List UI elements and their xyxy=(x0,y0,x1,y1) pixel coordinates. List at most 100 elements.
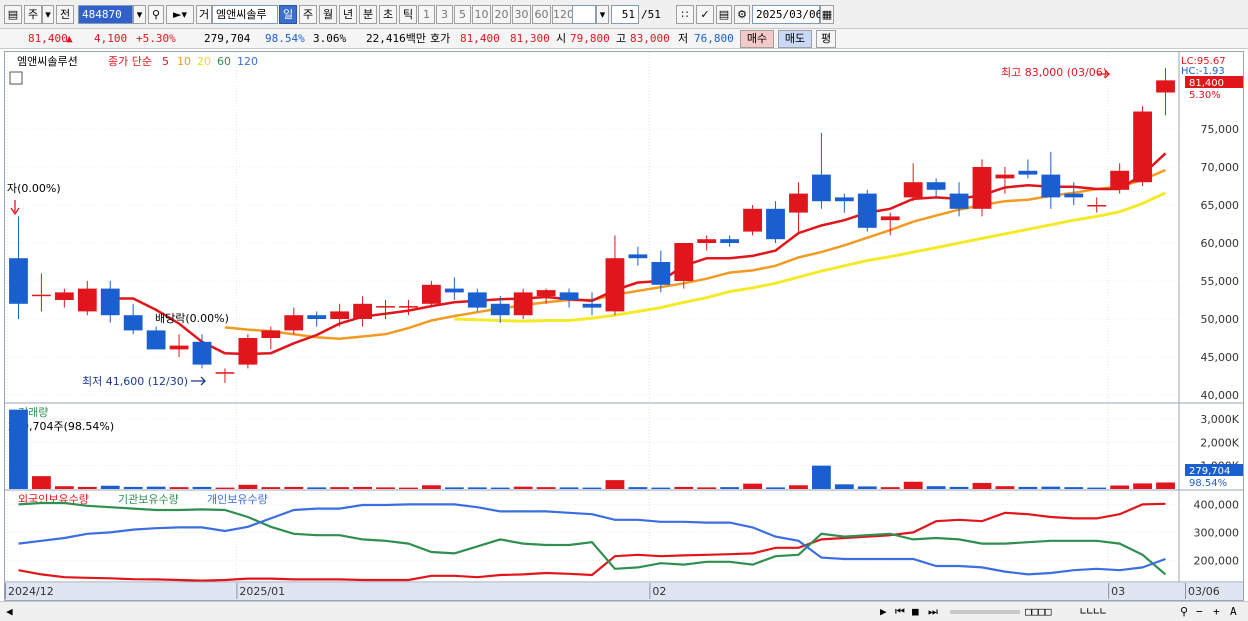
range-field[interactable] xyxy=(572,5,596,24)
candle-body xyxy=(490,303,510,316)
candle xyxy=(972,159,992,217)
open-label: 시 xyxy=(556,32,567,45)
candle-body xyxy=(903,182,923,198)
candle xyxy=(743,205,762,236)
interval-button-30[interactable]: 30 xyxy=(512,5,531,24)
volume-bar xyxy=(1064,487,1084,489)
candle-body xyxy=(123,315,143,331)
hc-label: HC:-1.93 xyxy=(1181,66,1225,77)
interval-button-60[interactable]: 60 xyxy=(532,5,551,24)
ask-label: 호가 xyxy=(430,32,451,45)
candle-body xyxy=(146,330,166,350)
chevron-down-icon[interactable]: ▾ xyxy=(42,5,54,24)
save-icon[interactable]: ▤ xyxy=(716,5,732,24)
ex-rights-annotation: 자(0.00%) xyxy=(7,182,61,195)
interval-button-20[interactable]: 20 xyxy=(492,5,511,24)
volume-bar xyxy=(697,487,717,489)
price-tick-label: 60,000 xyxy=(1201,237,1240,250)
font-size-icon[interactable]: A xyxy=(1230,604,1237,620)
period-button-5[interactable]: 초 xyxy=(379,5,397,24)
candle xyxy=(238,334,258,369)
ex-dividend-annotation: 배당락(0.00%) xyxy=(155,312,229,325)
volume-bar xyxy=(32,476,51,489)
search-icon[interactable]: ⚲ xyxy=(148,5,164,24)
trade-button[interactable]: 거 xyxy=(196,5,212,24)
interval-button-120[interactable]: 120 xyxy=(552,5,574,24)
candle-body xyxy=(422,284,441,304)
candle-body xyxy=(536,290,556,297)
stock-name-field[interactable]: 엠앤씨솔루 xyxy=(212,5,278,24)
period-button-0[interactable]: 일 xyxy=(279,5,297,24)
candle-body xyxy=(467,292,487,308)
range-dropdown-icon[interactable]: ▾ xyxy=(596,5,609,24)
zoom-out-icon[interactable]: − xyxy=(1196,604,1203,620)
candle-body xyxy=(100,288,120,316)
candle-body xyxy=(1018,170,1038,175)
zoom-slider[interactable] xyxy=(950,610,1020,614)
period-button-2[interactable]: 월 xyxy=(319,5,337,24)
candle-body xyxy=(812,174,831,202)
draw-tools-icon[interactable]: ∟∟∟∟ xyxy=(1080,604,1107,620)
zoom-in-icon[interactable]: + xyxy=(1213,604,1220,620)
period-button-1[interactable]: 주 xyxy=(299,5,317,24)
candle-body xyxy=(766,208,785,240)
candle-body xyxy=(32,294,51,297)
period-button-3[interactable]: 년 xyxy=(339,5,357,24)
period-button-4[interactable]: 분 xyxy=(359,5,377,24)
low-annotation: 최저 41,600 (12/30) xyxy=(82,375,188,388)
zoom-icon[interactable]: ⚲ xyxy=(1180,604,1188,620)
volume-bar xyxy=(261,487,281,489)
volume-bar xyxy=(192,486,212,489)
volume-bar xyxy=(376,487,395,489)
holdings-tick-label: 400,000 xyxy=(1194,498,1240,511)
period-button-6[interactable]: 틱 xyxy=(399,5,417,24)
volume-bar xyxy=(169,487,189,489)
x-tick-label: 02 xyxy=(652,585,666,598)
volume-bar xyxy=(513,486,533,489)
candle-body xyxy=(192,341,212,365)
sell-button[interactable]: 매도 xyxy=(778,30,812,48)
volume-bar xyxy=(926,486,946,489)
interval-button-10[interactable]: 10 xyxy=(472,5,491,24)
volume-bar xyxy=(399,487,418,489)
stock-code-input[interactable]: 484870 xyxy=(78,5,133,24)
candle-body xyxy=(995,174,1015,179)
interval-button-5[interactable]: 5 xyxy=(454,5,471,24)
calendar-icon[interactable]: ▦ xyxy=(820,5,834,24)
chart-area[interactable]: 엠앤씨솔루션 종가 단순 5 10 20 60 120 75,000 70,000… xyxy=(4,51,1244,601)
stop-icon[interactable]: ■ xyxy=(912,604,919,620)
candle-body xyxy=(697,239,717,243)
period-main-button[interactable]: 주 xyxy=(24,5,42,24)
candle-body xyxy=(215,372,235,374)
scroll-left-icon[interactable]: ◀ xyxy=(6,604,13,620)
code-dropdown-icon[interactable]: ▾ xyxy=(133,5,146,24)
interval-button-1[interactable]: 1 xyxy=(418,5,435,24)
chart-tools-icon[interactable]: □□□□ xyxy=(1025,604,1052,620)
legend-ma120: 120 xyxy=(237,55,258,68)
layout-icon[interactable]: ▤ xyxy=(4,5,22,24)
high-label: 고 xyxy=(616,32,627,45)
date-input[interactable]: 2025/03/06 xyxy=(752,5,822,24)
grid-icon[interactable]: ∷ xyxy=(676,5,694,24)
x-axis-band xyxy=(5,583,1243,600)
turnover-percent: 3.06% xyxy=(313,32,347,45)
draw-tool-icon[interactable]: ✓ xyxy=(696,5,714,24)
fast-forward-icon[interactable]: ⏭ xyxy=(928,604,938,620)
gear-icon[interactable]: ⚙ xyxy=(734,5,750,24)
count-input[interactable]: 51 xyxy=(611,5,639,24)
x-tick-label: 2024/12 xyxy=(8,585,54,598)
volume-bar xyxy=(789,485,808,489)
candle-body xyxy=(972,167,992,209)
evaluation-button[interactable]: 평 xyxy=(816,30,836,48)
speaker-icon[interactable]: ►▾ xyxy=(166,5,194,24)
scroll-right-icon[interactable]: ▶ xyxy=(880,604,887,620)
stock-chart[interactable]: 엠앤씨솔루션 종가 단순 5 10 20 60 120 75,000 70,000… xyxy=(5,52,1243,600)
candle-body xyxy=(1156,80,1175,93)
candle xyxy=(1133,106,1152,186)
buy-button[interactable]: 매수 xyxy=(740,30,774,48)
candle-body xyxy=(834,197,854,202)
rewind-icon[interactable]: ⏮ xyxy=(895,604,905,620)
prev-button[interactable]: 전 xyxy=(56,5,74,24)
interval-button-3[interactable]: 3 xyxy=(436,5,453,24)
last-price-label: 81,400 xyxy=(1189,78,1224,89)
